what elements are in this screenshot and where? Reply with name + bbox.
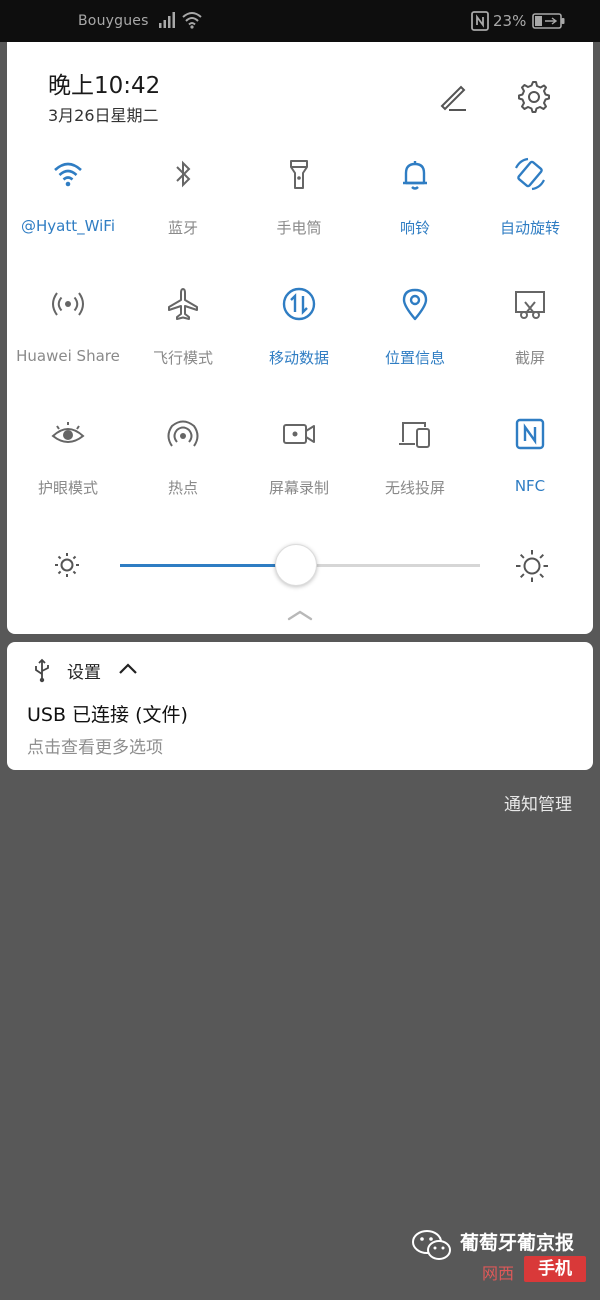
tile-screen-record-label: 屏幕录制 xyxy=(268,479,329,497)
tile-airplane[interactable]: 飞行模式 xyxy=(125,284,241,394)
eye-icon xyxy=(51,422,85,443)
tile-mobile-data[interactable]: 移动数据 xyxy=(241,284,357,394)
usb-icon xyxy=(35,658,49,683)
watermark-stamp-left: 网西 xyxy=(482,1264,515,1283)
location-icon xyxy=(402,288,428,321)
notification-title: USB 已连接 (文件) xyxy=(27,704,188,726)
battery-percent: 23% xyxy=(493,12,527,30)
bluetooth-icon xyxy=(176,160,191,188)
edit-button[interactable] xyxy=(433,76,473,116)
tile-screenshot[interactable]: 截屏 xyxy=(472,284,588,394)
brightness-slider-thumb[interactable] xyxy=(275,544,317,586)
nfc-icon xyxy=(471,11,489,31)
flashlight-icon xyxy=(290,160,308,189)
brightness-slider[interactable] xyxy=(120,544,480,586)
watermark: 葡萄牙葡京报 网西 手机 xyxy=(410,1228,590,1288)
tile-screen-record[interactable]: 屏幕录制 xyxy=(241,414,357,524)
cast-icon xyxy=(399,422,430,448)
mobile-data-icon xyxy=(282,287,316,321)
settings-button[interactable] xyxy=(513,76,553,116)
tile-wifi-label: @Hyatt_WiFi xyxy=(21,217,115,235)
tile-huawei-share-label: Huawei Share xyxy=(16,347,120,365)
usb-notification[interactable]: 设置 USB 已连接 (文件) 点击查看更多选项 xyxy=(7,642,593,770)
tile-flashlight[interactable]: 手电筒 xyxy=(241,154,357,264)
tile-ringer-label: 响铃 xyxy=(399,219,430,237)
chevron-up-icon[interactable] xyxy=(117,662,139,676)
tile-mobile-data-label: 移动数据 xyxy=(268,349,329,367)
screen-record-icon xyxy=(283,424,315,444)
quick-settings-panel: 晚上10:42 3月26日星期二 @Hyatt_WiFi 蓝牙 手电筒 响铃 自… xyxy=(7,42,593,634)
brightness-low-icon xyxy=(55,553,79,577)
carrier-name: Bouygues xyxy=(78,13,149,29)
status-bar: Bouygues 23% xyxy=(0,0,600,42)
tile-huawei-share[interactable]: Huawei Share xyxy=(10,284,126,394)
notification-subtitle: 点击查看更多选项 xyxy=(27,738,163,758)
auto-rotate-icon xyxy=(515,157,545,191)
watermark-stamp-right: 手机 xyxy=(524,1256,586,1282)
tile-bluetooth-label: 蓝牙 xyxy=(167,219,198,237)
brightness-control xyxy=(7,542,593,592)
brightness-high-icon xyxy=(516,550,548,582)
tile-eye-comfort[interactable]: 护眼模式 xyxy=(10,414,126,524)
hotspot-icon xyxy=(167,420,199,447)
tile-ringer[interactable]: 响铃 xyxy=(357,154,473,264)
notification-app-name: 设置 xyxy=(67,663,101,683)
tile-auto-rotate[interactable]: 自动旋转 xyxy=(472,154,588,264)
watermark-stamp: 网西 手机 xyxy=(482,1256,586,1284)
share-icon xyxy=(52,292,84,316)
notification-management-button[interactable]: 通知管理 xyxy=(504,790,572,815)
signal-icon xyxy=(159,12,175,28)
collapse-chevron-icon[interactable] xyxy=(285,608,315,622)
screenshot-icon xyxy=(515,291,545,319)
tile-wifi[interactable]: @Hyatt_WiFi xyxy=(10,154,126,264)
tile-airplane-label: 飞行模式 xyxy=(152,349,213,367)
airplane-icon xyxy=(168,288,198,320)
tile-wireless-projection-label: 无线投屏 xyxy=(384,479,445,497)
tile-flashlight-label: 手电筒 xyxy=(276,219,322,237)
nfc-icon xyxy=(515,418,545,450)
wechat-logo-icon xyxy=(412,1230,451,1260)
bell-icon xyxy=(403,161,427,190)
tile-wireless-projection[interactable]: 无线投屏 xyxy=(357,414,473,524)
tile-nfc[interactable]: NFC xyxy=(472,414,588,524)
tile-location[interactable]: 位置信息 xyxy=(357,284,473,394)
tile-hotspot[interactable]: 热点 xyxy=(125,414,241,524)
tile-location-label: 位置信息 xyxy=(384,349,445,367)
clock: 晚上10:42 xyxy=(48,73,161,99)
battery-icon xyxy=(532,13,565,29)
brightness-slider-fill xyxy=(120,564,296,567)
tile-bluetooth[interactable]: 蓝牙 xyxy=(125,154,241,264)
wifi-icon xyxy=(54,162,82,187)
tile-screenshot-label: 截屏 xyxy=(514,349,545,367)
gear-icon xyxy=(518,81,550,113)
tile-hotspot-label: 热点 xyxy=(167,479,198,497)
date: 3月26日星期二 xyxy=(48,106,159,125)
tile-auto-rotate-label: 自动旋转 xyxy=(499,219,560,237)
watermark-text: 葡萄牙葡京报 xyxy=(460,1232,575,1254)
tile-eye-comfort-label: 护眼模式 xyxy=(37,479,98,497)
wifi-icon xyxy=(182,12,202,29)
edit-icon xyxy=(440,85,466,111)
tile-nfc-label: NFC xyxy=(514,477,546,495)
